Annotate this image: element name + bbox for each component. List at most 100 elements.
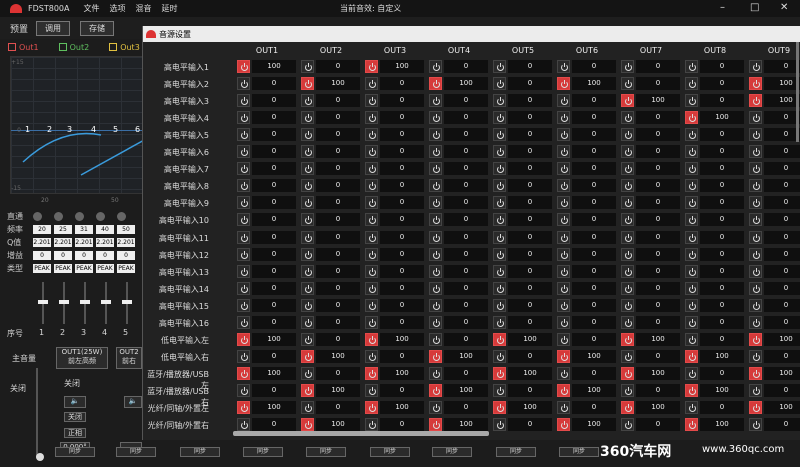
power-icon[interactable] xyxy=(621,230,634,244)
route-level-field[interactable]: 0 xyxy=(764,196,800,210)
power-icon[interactable] xyxy=(493,247,506,261)
power-icon[interactable] xyxy=(237,128,250,142)
route-level-field[interactable]: 0 xyxy=(508,196,552,210)
gain-field[interactable]: 0 xyxy=(96,251,114,260)
power-icon[interactable] xyxy=(301,298,314,312)
power-icon[interactable] xyxy=(621,60,634,73)
route-level-field[interactable]: 0 xyxy=(700,213,744,227)
power-icon[interactable] xyxy=(493,383,506,397)
route-level-field[interactable]: 0 xyxy=(572,179,616,193)
route-level-field[interactable]: 0 xyxy=(444,145,488,159)
power-icon[interactable] xyxy=(429,332,442,346)
type-field[interactable]: PEAK xyxy=(33,264,51,273)
route-level-field[interactable]: 0 xyxy=(636,418,680,432)
route-level-field[interactable]: 0 xyxy=(380,418,424,432)
route-level-field[interactable]: 0 xyxy=(508,315,552,329)
eq-marker-4[interactable]: 4 xyxy=(91,125,96,134)
power-icon[interactable] xyxy=(493,196,506,210)
sync-button[interactable]: 同步 xyxy=(496,447,536,457)
route-level-field[interactable]: 0 xyxy=(380,128,424,142)
power-icon[interactable] xyxy=(365,213,378,227)
route-level-field[interactable]: 0 xyxy=(444,298,488,312)
power-icon[interactable] xyxy=(621,383,634,397)
route-level-field[interactable]: 0 xyxy=(252,315,296,329)
power-icon[interactable] xyxy=(685,383,698,397)
route-level-field[interactable]: 0 xyxy=(636,281,680,295)
power-icon[interactable] xyxy=(557,332,570,346)
route-level-field[interactable]: 0 xyxy=(444,94,488,108)
route-level-field[interactable]: 0 xyxy=(444,196,488,210)
route-level-field[interactable]: 0 xyxy=(572,94,616,108)
power-icon[interactable] xyxy=(429,281,442,295)
route-level-field[interactable]: 0 xyxy=(444,281,488,295)
route-level-field[interactable]: 0 xyxy=(636,349,680,363)
power-icon[interactable] xyxy=(557,179,570,193)
route-level-field[interactable]: 0 xyxy=(380,213,424,227)
route-level-field[interactable]: 0 xyxy=(700,179,744,193)
route-level-field[interactable]: 0 xyxy=(764,145,800,159)
power-icon[interactable] xyxy=(557,162,570,176)
route-level-field[interactable]: 0 xyxy=(700,196,744,210)
power-icon[interactable] xyxy=(621,213,634,227)
power-icon[interactable] xyxy=(493,418,506,432)
route-level-field[interactable]: 0 xyxy=(572,60,616,73)
q-field[interactable]: 2.201 xyxy=(96,238,114,247)
route-level-field[interactable]: 0 xyxy=(316,281,360,295)
power-icon[interactable] xyxy=(365,111,378,125)
route-level-field[interactable]: 100 xyxy=(764,94,800,108)
route-level-field[interactable]: 0 xyxy=(572,332,616,346)
route-level-field[interactable]: 0 xyxy=(636,145,680,159)
power-icon[interactable] xyxy=(621,145,634,159)
fader-handle[interactable] xyxy=(59,300,69,304)
q-field[interactable]: 2.201 xyxy=(117,238,135,247)
route-level-field[interactable]: 0 xyxy=(316,332,360,346)
power-icon[interactable] xyxy=(557,281,570,295)
route-level-field[interactable]: 100 xyxy=(444,418,488,432)
route-level-field[interactable]: 0 xyxy=(252,264,296,278)
channel-1-selector[interactable]: OUT1(25W) 前左高频 xyxy=(56,347,108,369)
route-level-field[interactable]: 0 xyxy=(444,213,488,227)
route-level-field[interactable]: 100 xyxy=(700,418,744,432)
power-icon[interactable] xyxy=(493,349,506,363)
power-icon[interactable] xyxy=(429,145,442,159)
power-icon[interactable] xyxy=(685,247,698,261)
power-icon[interactable] xyxy=(557,128,570,142)
route-level-field[interactable]: 0 xyxy=(636,264,680,278)
power-icon[interactable] xyxy=(301,111,314,125)
power-icon[interactable] xyxy=(237,196,250,210)
route-level-field[interactable]: 0 xyxy=(316,366,360,380)
output-tab-3[interactable]: Out3 xyxy=(109,43,140,52)
route-level-field[interactable]: 100 xyxy=(700,349,744,363)
route-level-field[interactable]: 0 xyxy=(636,179,680,193)
power-icon[interactable] xyxy=(365,401,378,414)
route-level-field[interactable]: 0 xyxy=(444,60,488,73)
save-button[interactable]: 存储 xyxy=(80,20,115,36)
power-icon[interactable] xyxy=(749,230,762,244)
route-level-field[interactable]: 0 xyxy=(764,111,800,125)
route-level-field[interactable]: 100 xyxy=(572,383,616,397)
power-icon[interactable] xyxy=(493,94,506,108)
route-level-field[interactable]: 100 xyxy=(700,111,744,125)
output-tab-1[interactable]: Out1 xyxy=(8,43,39,52)
route-level-field[interactable]: 100 xyxy=(764,332,800,346)
eq-fader-5[interactable] xyxy=(122,282,132,324)
menu-mix[interactable]: 混音 xyxy=(135,3,151,14)
channel-2-selector[interactable]: OUT2 前右 xyxy=(116,347,142,369)
power-icon[interactable] xyxy=(493,366,506,380)
gain-field[interactable]: 0 xyxy=(117,251,135,260)
power-icon[interactable] xyxy=(685,418,698,432)
bypass-toggle[interactable] xyxy=(75,212,84,221)
route-level-field[interactable]: 0 xyxy=(764,179,800,193)
route-level-field[interactable]: 100 xyxy=(380,60,424,73)
q-field[interactable]: 2.201 xyxy=(75,238,93,247)
phase-invert-button[interactable]: 正相 xyxy=(64,428,86,438)
route-level-field[interactable]: 0 xyxy=(444,315,488,329)
power-icon[interactable] xyxy=(749,111,762,125)
route-level-field[interactable]: 0 xyxy=(764,418,800,432)
type-field[interactable]: PEAK xyxy=(75,264,93,273)
power-icon[interactable] xyxy=(557,401,570,414)
power-icon[interactable] xyxy=(685,94,698,108)
route-level-field[interactable]: 0 xyxy=(444,179,488,193)
route-level-field[interactable]: 0 xyxy=(572,196,616,210)
maximize-icon[interactable]: □ xyxy=(750,2,759,13)
